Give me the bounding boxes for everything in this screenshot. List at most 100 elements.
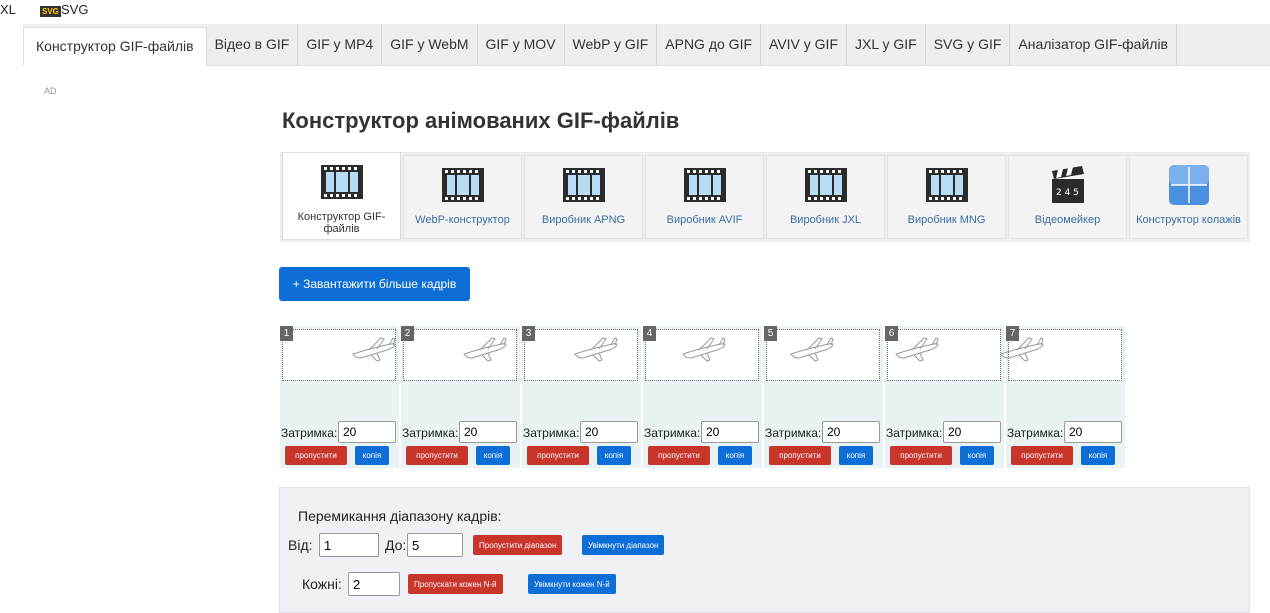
tab-gif-analyzer[interactable]: Аналізатор GIF-файлів bbox=[1010, 24, 1177, 65]
skip-frame-button[interactable]: пропустити bbox=[890, 446, 952, 465]
skip-frame-button[interactable]: пропустити bbox=[1011, 446, 1073, 465]
tab-svg-to-gif[interactable]: SVG у GIF bbox=[926, 24, 1011, 65]
delay-label: Затримка: bbox=[886, 426, 943, 440]
airplane-icon bbox=[573, 336, 619, 367]
to-input[interactable] bbox=[407, 533, 463, 557]
tab-jxl-to-gif[interactable]: JXL у GIF bbox=[847, 24, 926, 65]
every-label: Кожні: bbox=[302, 576, 342, 592]
frame-preview[interactable] bbox=[1000, 329, 1122, 381]
skip-frame-button[interactable]: пропустити bbox=[527, 446, 589, 465]
top-strip: XL SVG SVG bbox=[0, 0, 1270, 20]
delay-input[interactable] bbox=[1064, 421, 1122, 443]
skip-frame-button[interactable]: пропустити bbox=[285, 446, 347, 465]
delay-label: Затримка: bbox=[765, 426, 822, 440]
tool-selector: Конструктор GIF-файлів WebP-конструктор … bbox=[280, 152, 1250, 242]
tool-mng-maker[interactable]: Виробник MNG bbox=[887, 155, 1006, 239]
skip-frame-button[interactable]: пропустити bbox=[406, 446, 468, 465]
tab-gif-to-mp4[interactable]: GIF у MP4 bbox=[298, 24, 383, 65]
frame-preview[interactable] bbox=[766, 329, 880, 381]
copy-frame-button[interactable]: копія bbox=[355, 446, 389, 465]
skip-every-nth-button[interactable]: Пропускати кожен N-й bbox=[408, 574, 503, 594]
range-toggle-panel: Перемикання діапазону кадрів: Від: До: П… bbox=[279, 487, 1250, 613]
frame-card: 2 Затримка: пропустити копія bbox=[401, 326, 520, 468]
collage-grid-icon bbox=[1130, 156, 1247, 214]
frame-number: 2 bbox=[401, 326, 414, 341]
delay-input[interactable] bbox=[338, 421, 396, 443]
tool-label: Конструктор GIF-файлів bbox=[297, 211, 386, 235]
tool-label: WebP-конструктор bbox=[415, 214, 510, 226]
delay-input[interactable] bbox=[822, 421, 880, 443]
to-label: До: bbox=[385, 537, 407, 553]
tab-gif-maker[interactable]: Конструктор GIF-файлів bbox=[23, 27, 207, 66]
top-strip-right-text: SVG bbox=[61, 2, 89, 17]
delay-label: Затримка: bbox=[1007, 426, 1064, 440]
tool-collage-maker[interactable]: Конструктор колажів bbox=[1129, 155, 1248, 239]
tab-gif-to-mov[interactable]: GIF у MOV bbox=[478, 24, 565, 65]
delay-label: Затримка: bbox=[281, 426, 338, 440]
frame-card: 1 Затримка: пропустити копія bbox=[280, 326, 399, 468]
frame-preview[interactable] bbox=[403, 329, 517, 381]
page-title: Конструктор анімованих GIF-файлів bbox=[282, 108, 680, 133]
film-strip-icon bbox=[404, 156, 521, 214]
frame-number: 6 bbox=[885, 326, 898, 341]
skip-frame-button[interactable]: пропустити bbox=[648, 446, 710, 465]
frame-card: 3 Затримка: пропустити копія bbox=[522, 326, 641, 468]
tool-label: Конструктор колажів bbox=[1136, 214, 1241, 226]
tool-gif-maker[interactable]: Конструктор GIF-файлів bbox=[282, 152, 401, 240]
delay-input[interactable] bbox=[580, 421, 638, 443]
skip-frame-button[interactable]: пропустити bbox=[769, 446, 831, 465]
frame-number: 1 bbox=[280, 326, 293, 341]
frame-preview[interactable] bbox=[282, 329, 396, 381]
delay-input[interactable] bbox=[459, 421, 517, 443]
tool-video-maker[interactable]: 2 4 5 Відеомейкер bbox=[1008, 155, 1127, 239]
svg-text:2 4 5: 2 4 5 bbox=[1056, 188, 1079, 198]
airplane-icon bbox=[681, 336, 727, 367]
tool-avif-maker[interactable]: Виробник AVIF bbox=[645, 155, 764, 239]
film-strip-icon bbox=[525, 156, 642, 214]
airplane-icon bbox=[351, 336, 397, 367]
enable-range-button[interactable]: Увімкнути діапазон bbox=[582, 535, 665, 555]
from-input[interactable] bbox=[319, 533, 379, 557]
tool-label: Виробник MNG bbox=[907, 214, 986, 226]
copy-frame-button[interactable]: копія bbox=[839, 446, 873, 465]
delay-input[interactable] bbox=[701, 421, 759, 443]
upload-more-frames-button[interactable]: + Завантажити більше кадрів bbox=[279, 267, 470, 301]
tool-apng-maker[interactable]: Виробник APNG bbox=[524, 155, 643, 239]
frame-card: 5 Затримка: пропустити копія bbox=[764, 326, 883, 468]
copy-frame-button[interactable]: копія bbox=[597, 446, 631, 465]
every-n-input[interactable] bbox=[348, 572, 400, 596]
tool-label: Виробник AVIF bbox=[666, 214, 743, 226]
copy-frame-button[interactable]: копія bbox=[718, 446, 752, 465]
delay-label: Затримка: bbox=[402, 426, 459, 440]
tab-avif-to-gif[interactable]: AVIV у GIF bbox=[761, 24, 847, 65]
range-panel-title: Перемикання діапазону кадрів: bbox=[298, 508, 502, 524]
tool-label: Відеомейкер bbox=[1034, 214, 1101, 226]
tab-webp-to-gif[interactable]: WebP у GIF bbox=[565, 24, 658, 65]
skip-range-button[interactable]: Пропустити діапазон bbox=[473, 535, 563, 555]
frame-card: 7 Затримка: пропустити копія bbox=[1000, 326, 1125, 468]
tool-webp-maker[interactable]: WebP-конструктор bbox=[403, 155, 522, 239]
copy-frame-button[interactable]: копія bbox=[476, 446, 510, 465]
film-strip-icon bbox=[283, 153, 400, 211]
frame-preview[interactable] bbox=[887, 329, 1001, 381]
airplane-icon bbox=[462, 336, 508, 367]
tab-gif-to-webm[interactable]: GIF у WebM bbox=[382, 24, 478, 65]
tool-label: Виробник APNG bbox=[541, 214, 626, 226]
copy-frame-button[interactable]: копія bbox=[960, 446, 994, 465]
tool-jxl-maker[interactable]: Виробник JXL bbox=[766, 155, 885, 239]
frame-preview[interactable] bbox=[645, 329, 759, 381]
frame-preview[interactable] bbox=[524, 329, 638, 381]
delay-label: Затримка: bbox=[523, 426, 580, 440]
film-strip-icon bbox=[767, 156, 884, 214]
delay-input[interactable] bbox=[943, 421, 1001, 443]
enable-every-nth-button[interactable]: Увімкнути кожен N-й bbox=[528, 574, 616, 594]
clapperboard-icon: 2 4 5 bbox=[1009, 156, 1126, 214]
frame-card: 6 Затримка: пропустити копія bbox=[885, 326, 1004, 468]
ad-label: AD bbox=[44, 86, 57, 96]
copy-frame-button[interactable]: копія bbox=[1081, 446, 1115, 465]
tab-video-to-gif[interactable]: Відео в GIF bbox=[207, 24, 299, 65]
tab-apng-to-gif[interactable]: APNG до GIF bbox=[657, 24, 762, 65]
airplane-icon bbox=[894, 336, 940, 367]
airplane-icon bbox=[789, 336, 835, 367]
frame-number: 7 bbox=[1006, 326, 1019, 341]
